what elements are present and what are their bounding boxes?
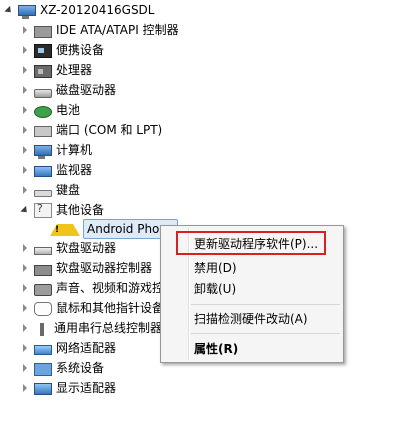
expand-arrow-icon[interactable] <box>20 85 30 95</box>
tree-item-label: 软盘驱动器 <box>56 241 117 255</box>
tree-item-keyboards[interactable]: 键盘 <box>20 180 80 200</box>
root-label: XZ-20120416GSDL <box>40 3 155 17</box>
expand-arrow-icon[interactable] <box>20 165 30 175</box>
expand-arrow-icon[interactable] <box>20 25 30 35</box>
audio-icon <box>34 283 52 296</box>
tree-item-label: 通用串行总线控制器 <box>54 321 163 335</box>
tree-item-ide-controller[interactable]: IDE ATA/ATAPI 控制器 <box>20 20 179 40</box>
expand-arrow-icon[interactable] <box>20 263 30 273</box>
system-icon <box>34 362 52 376</box>
tree-item-floppy-drives[interactable]: 软盘驱动器 <box>20 238 116 258</box>
tree-item-usb-controllers[interactable]: 通用串行总线控制器 <box>20 318 162 338</box>
tree-item-label: 计算机 <box>56 143 93 157</box>
menu-separator <box>191 333 340 334</box>
floppy-drive-icon <box>34 247 52 255</box>
expand-arrow-icon[interactable] <box>20 185 30 195</box>
tree-item-floppy-controllers[interactable]: 软盘驱动器控制器 <box>20 258 152 278</box>
tree-item-portable-devices[interactable]: 便携设备 <box>20 40 104 60</box>
expand-arrow-icon[interactable] <box>20 105 30 115</box>
display-icon <box>34 383 52 395</box>
tree-item-label: 网络适配器 <box>56 341 117 355</box>
tree-item-ports[interactable]: 端口 (COM 和 LPT) <box>20 120 162 140</box>
expand-arrow-icon[interactable] <box>20 363 30 373</box>
tree-item-label: 鼠标和其他指针设备 <box>56 301 165 315</box>
portable-device-icon <box>34 44 52 58</box>
disk-drive-icon <box>34 88 52 98</box>
tree-item-label: 便携设备 <box>56 43 105 57</box>
tree-item-disk-drives[interactable]: 磁盘驱动器 <box>20 80 116 100</box>
tree-item-label: 磁盘驱动器 <box>56 83 117 97</box>
battery-icon <box>34 105 52 118</box>
floppy-controller-icon <box>34 264 52 276</box>
tree-item-label: 系统设备 <box>56 361 105 375</box>
expand-arrow-icon[interactable] <box>20 283 30 293</box>
tree-root[interactable]: XZ-20120416GSDL <box>4 0 154 20</box>
tree-item-label: 电池 <box>56 103 81 117</box>
tree-item-battery[interactable]: 电池 <box>20 100 80 120</box>
tree-item-display-adapters[interactable]: 显示适配器 <box>20 378 116 398</box>
expand-arrow-icon[interactable] <box>20 145 30 155</box>
port-icon <box>34 126 52 137</box>
expand-arrow-icon[interactable] <box>20 65 30 75</box>
mouse-icon <box>34 302 52 316</box>
tree-item-label: 键盘 <box>56 183 81 197</box>
menu-item-disable[interactable]: 禁用(D) <box>194 258 237 278</box>
tree-item-network-adapters[interactable]: 网络适配器 <box>20 338 116 358</box>
tree-item-processor[interactable]: 处理器 <box>20 60 92 80</box>
unknown-device-icon <box>34 202 52 218</box>
expand-arrow-icon[interactable] <box>20 323 30 333</box>
tree-item-label: 端口 (COM 和 LPT) <box>56 123 163 137</box>
menu-separator <box>191 304 340 305</box>
tree-item-monitors[interactable]: 监视器 <box>20 160 92 180</box>
expand-arrow-icon[interactable] <box>20 45 30 55</box>
expand-arrow-icon[interactable] <box>20 383 30 393</box>
expand-arrow-icon[interactable] <box>20 303 30 313</box>
expand-arrow-icon[interactable] <box>20 243 30 253</box>
usb-icon <box>40 322 44 336</box>
warning-icon <box>50 224 80 236</box>
expand-arrow-icon[interactable] <box>20 125 30 135</box>
computer-icon <box>18 5 36 19</box>
tree-item-label: 监视器 <box>56 163 93 177</box>
monitor-icon <box>34 165 52 177</box>
processor-icon <box>34 64 52 78</box>
network-icon <box>34 345 52 355</box>
menu-item-uninstall[interactable]: 卸载(U) <box>194 279 236 299</box>
tree-item-label: 软盘驱动器控制器 <box>56 261 153 275</box>
annotation-highlight-box <box>176 231 326 255</box>
tree-item-label: 显示适配器 <box>56 381 117 395</box>
tree-item-label: 处理器 <box>56 63 93 77</box>
tree-item-label: IDE ATA/ATAPI 控制器 <box>56 23 179 37</box>
tree-item-system-devices[interactable]: 系统设备 <box>20 358 104 378</box>
computer-icon <box>34 145 52 159</box>
collapse-arrow-icon[interactable] <box>20 205 30 215</box>
tree-item-computer[interactable]: 计算机 <box>20 140 92 160</box>
keyboard-icon <box>34 190 52 197</box>
ide-controller-icon <box>34 25 52 38</box>
expand-arrow-icon[interactable] <box>20 343 30 353</box>
tree-item-mice[interactable]: 鼠标和其他指针设备 <box>20 298 164 318</box>
collapse-arrow-icon[interactable] <box>4 5 14 15</box>
menu-item-scan-hardware[interactable]: 扫描检测硬件改动(A) <box>194 309 308 329</box>
tree-item-label: 其他设备 <box>56 203 105 217</box>
tree-item-other-devices[interactable]: 其他设备 <box>20 200 104 220</box>
menu-item-properties[interactable]: 属性(R) <box>194 339 238 359</box>
